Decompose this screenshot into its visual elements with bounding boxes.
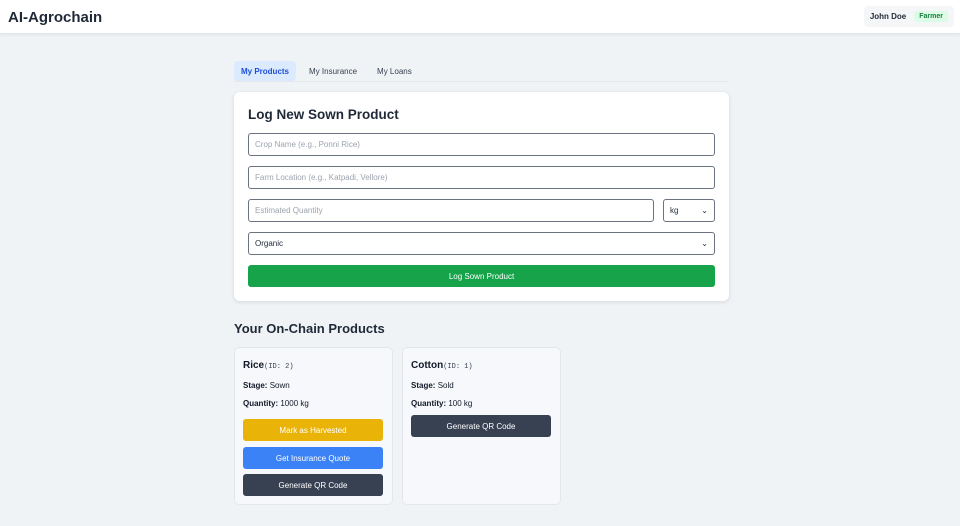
form-title: Log New Sown Product [248, 107, 399, 122]
product-quantity: Quantity: 100 kg [411, 399, 472, 408]
product-name-text: Cotton [411, 360, 444, 371]
quantity-label: Quantity: [411, 399, 447, 408]
generate-qr-button[interactable]: Generate QR Code [243, 474, 383, 496]
estimated-quantity-input[interactable] [248, 199, 654, 222]
stage-value: Sold [437, 381, 454, 390]
tab-my-insurance[interactable]: My Insurance [302, 61, 364, 81]
quantity-value: 100 kg [448, 399, 473, 408]
role-badge: Farmer [914, 11, 948, 22]
tab-my-products[interactable]: My Products [234, 61, 297, 81]
log-sown-product-button[interactable]: Log Sown Product [248, 265, 715, 287]
product-stage: Stage: Sold [411, 381, 454, 390]
tab-my-loans[interactable]: My Loans [370, 61, 419, 81]
chevron-down-icon: ⌄ [701, 239, 708, 248]
log-product-form-card: Log New Sown Product kg ⌄ Organic ⌄ Log … [234, 92, 729, 301]
crop-name-input[interactable] [248, 133, 715, 156]
chevron-down-icon: ⌄ [701, 206, 708, 215]
cultivation-type-value: Organic [255, 239, 284, 248]
unit-select[interactable]: kg ⌄ [663, 199, 715, 222]
product-name: Rice(ID: 2) [243, 360, 294, 371]
stage-label: Stage: [243, 381, 268, 390]
stage-label: Stage: [411, 381, 436, 390]
product-name-text: Rice [243, 360, 265, 371]
product-stage: Stage: Sown [243, 381, 290, 390]
quantity-value: 1000 kg [280, 399, 309, 408]
user-name: John Doe [869, 12, 907, 21]
product-name: Cotton(ID: 1) [411, 360, 473, 371]
products-section-title: Your On-Chain Products [234, 321, 385, 336]
quantity-label: Quantity: [243, 399, 279, 408]
farm-location-input[interactable] [248, 166, 715, 189]
brand-title[interactable]: AI-Agrochain [8, 9, 102, 26]
insurance-quote-button[interactable]: Get Insurance Quote [243, 447, 383, 469]
product-quantity: Quantity: 1000 kg [243, 399, 309, 408]
stage-value: Sown [269, 381, 290, 390]
product-id: (ID: 2) [264, 363, 294, 371]
mark-harvested-button[interactable]: Mark as Harvested [243, 419, 383, 441]
product-id: (ID: 1) [443, 363, 473, 371]
cultivation-type-select[interactable]: Organic ⌄ [248, 232, 715, 255]
unit-select-value: kg [670, 206, 679, 215]
product-card-rice: Rice(ID: 2) Stage: Sown Quantity: 1000 k… [234, 347, 393, 505]
product-card-cotton: Cotton(ID: 1) Stage: Sold Quantity: 100 … [402, 347, 561, 505]
user-chip[interactable]: John Doe Farmer [863, 6, 954, 27]
generate-qr-button[interactable]: Generate QR Code [411, 415, 551, 437]
top-nav-bar: AI-Agrochain John Doe Farmer [0, 0, 960, 34]
tab-bar: My Products My Insurance My Loans [234, 61, 729, 82]
